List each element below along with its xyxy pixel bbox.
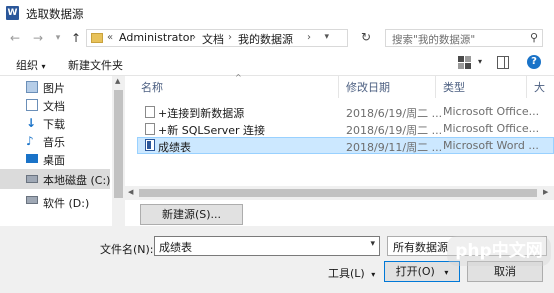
navigation-bar: ← → ▾ ↑ « Administrator › 文档 › 我的数据源 › ▾… — [0, 26, 554, 50]
address-bar[interactable]: « Administrator › 文档 › 我的数据源 › ▾ — [86, 29, 348, 47]
scrollbar-thumb[interactable] — [139, 189, 537, 197]
column-header-size[interactable]: 大 — [534, 79, 545, 95]
open-button[interactable]: 打开(O) ▾ — [384, 261, 460, 282]
column-separator[interactable] — [526, 76, 527, 98]
up-arrow-icon[interactable]: ↑ — [69, 30, 83, 46]
table-row-selected[interactable]: 成绩表 2018/9/11/周二 ... Microsoft Word ... — [137, 137, 554, 154]
word-document-icon — [145, 139, 155, 151]
sidebar-scrollbar[interactable]: ▲ — [112, 76, 125, 226]
chevron-down-icon: ▾ — [371, 270, 376, 279]
music-icon: ♪ — [26, 134, 34, 148]
chevron-down-icon[interactable]: ▾ — [478, 57, 482, 66]
filename-field[interactable]: 成绩表 ▾ — [154, 236, 380, 256]
title-bar: W 选取数据源 — [0, 0, 554, 26]
tools-button[interactable]: 工具(L) ▾ — [328, 265, 375, 281]
sidebar-item-label: 音乐 — [43, 136, 65, 149]
column-separator[interactable] — [338, 76, 339, 98]
horizontal-scrollbar[interactable]: ◀ ▶ — [125, 186, 554, 200]
open-label: 打开(O) — [395, 265, 435, 278]
breadcrumb-administrator[interactable]: Administrator — [119, 31, 194, 44]
file-date: 2018/6/19/周二 ... — [346, 107, 443, 120]
table-row[interactable]: +新 SQLServer 连接 2018/6/19/周二 ... Microso… — [137, 121, 554, 138]
file-type: Microsoft Office... — [443, 122, 540, 135]
tools-label: 工具(L) — [328, 267, 365, 280]
scroll-right-icon[interactable]: ▶ — [543, 188, 548, 196]
sidebar: 图片 文档 ↓ 下载 ♪ 音乐 桌面 本地磁盘 (C:) 软件 (D:) — [0, 76, 122, 226]
sidebar-item-label: 本地磁盘 (C:) — [43, 174, 111, 187]
sidebar-item-label: 桌面 — [43, 154, 65, 167]
preview-pane-icon[interactable] — [497, 56, 509, 69]
column-header-type[interactable]: 类型 — [443, 79, 465, 95]
column-separator[interactable] — [435, 76, 436, 98]
data-source-file-icon — [145, 106, 155, 118]
file-type: Microsoft Word ... — [443, 139, 539, 152]
search-icon[interactable]: ⚲ — [530, 31, 538, 44]
data-source-file-icon — [145, 123, 155, 135]
sidebar-item-label: 文档 — [43, 100, 65, 113]
column-header-row: 名称 ^ 修改日期 类型 大 — [125, 73, 554, 98]
desktop-icon — [26, 154, 38, 163]
view-options-icon[interactable] — [458, 56, 472, 69]
file-type: Microsoft Office... — [443, 105, 540, 118]
sidebar-item-pictures[interactable]: 图片 — [0, 78, 110, 96]
sidebar-item-desktop[interactable]: 桌面 — [0, 150, 110, 168]
word-icon: W — [6, 6, 19, 20]
sidebar-item-downloads[interactable]: ↓ 下载 — [0, 114, 110, 132]
pictures-icon — [26, 81, 38, 93]
sidebar-item-label: 下载 — [43, 118, 65, 131]
window-title: 选取数据源 — [26, 7, 84, 21]
forward-arrow-icon[interactable]: → — [31, 30, 45, 46]
file-name: +连接到新数据源 — [158, 107, 245, 120]
download-icon: ↓ — [26, 116, 37, 130]
sort-ascending-icon: ^ — [235, 73, 242, 82]
chevron-right-icon[interactable]: › — [192, 32, 196, 43]
new-source-button[interactable]: 新建源(S)... — [140, 204, 243, 225]
sidebar-item-label: 软件 (D:) — [43, 197, 90, 210]
column-header-date[interactable]: 修改日期 — [346, 79, 390, 95]
file-date: 2018/6/19/周二 ... — [346, 124, 443, 137]
table-row[interactable]: +连接到新数据源 2018/6/19/周二 ... Microsoft Offi… — [137, 104, 554, 121]
back-arrow-icon[interactable]: ← — [8, 30, 22, 46]
new-folder-button[interactable]: 新建文件夹 — [68, 57, 123, 73]
scroll-up-icon[interactable]: ▲ — [115, 77, 120, 85]
sidebar-item-music[interactable]: ♪ 音乐 — [0, 132, 110, 150]
file-name: 成绩表 — [158, 141, 191, 154]
scroll-left-icon[interactable]: ◀ — [128, 188, 133, 196]
chevron-left-icon[interactable]: « — [107, 32, 113, 43]
chevron-right-icon[interactable]: › — [307, 32, 311, 43]
organize-label: 组织 — [16, 59, 38, 72]
chevron-down-icon: ▾ — [444, 268, 449, 277]
search-placeholder: 搜索"我的数据源" — [392, 34, 476, 46]
drive-icon — [26, 196, 38, 204]
file-date: 2018/9/11/周二 ... — [346, 141, 443, 154]
file-name: +新 SQLServer 连接 — [158, 124, 266, 137]
drive-icon — [26, 175, 38, 183]
sidebar-item-software-d[interactable]: 软件 (D:) — [0, 190, 110, 210]
scrollbar-thumb[interactable] — [114, 90, 123, 198]
breadcrumb-my-data-sources[interactable]: 我的数据源 — [238, 31, 293, 47]
watermark: php中文网 — [447, 236, 551, 266]
help-icon[interactable]: ? — [527, 55, 541, 69]
documents-icon — [26, 99, 38, 111]
sidebar-item-documents[interactable]: 文档 — [0, 96, 110, 114]
search-input[interactable]: 搜索"我的数据源" ⚲ — [385, 29, 543, 47]
folder-icon — [91, 33, 103, 43]
breadcrumb-documents[interactable]: 文档 — [202, 31, 224, 47]
sidebar-item-local-disk-c[interactable]: 本地磁盘 (C:) — [0, 169, 110, 189]
filter-value: 所有数据源 — [393, 241, 448, 254]
recent-dropdown-icon[interactable]: ▾ — [51, 30, 65, 46]
column-header-name[interactable]: 名称 — [141, 79, 163, 95]
chevron-down-icon[interactable]: ▾ — [370, 239, 375, 249]
chevron-down-icon: ▾ — [41, 62, 46, 71]
chevron-down-icon[interactable]: ▾ — [324, 32, 329, 42]
chevron-right-icon[interactable]: › — [228, 32, 232, 43]
organize-button[interactable]: 组织 ▾ — [16, 57, 46, 73]
toolbar: 组织 ▾ 新建文件夹 ▾ ? — [0, 50, 554, 76]
sidebar-item-label: 图片 — [43, 82, 65, 95]
filename-label: 文件名(N): — [100, 243, 154, 256]
filename-value: 成绩表 — [159, 241, 192, 254]
